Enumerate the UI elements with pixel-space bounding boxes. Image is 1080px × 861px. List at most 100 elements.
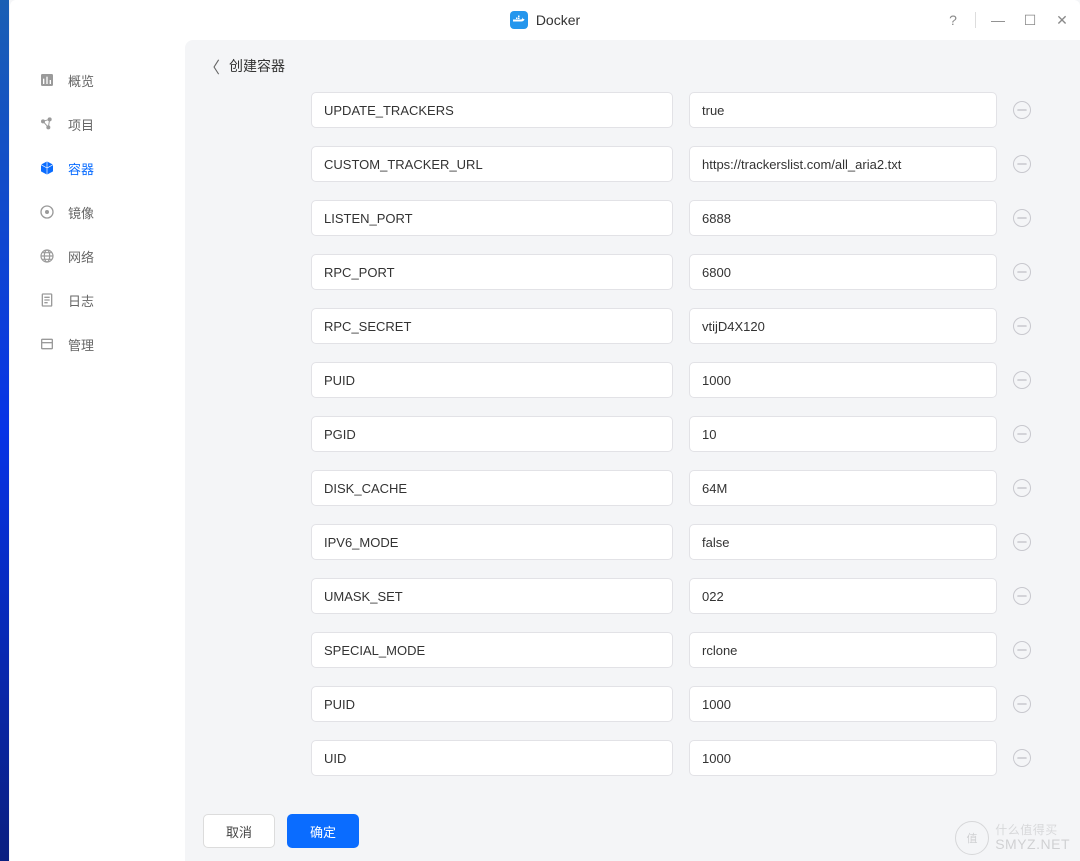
env-value-input[interactable] [689, 362, 997, 398]
env-value-input[interactable] [689, 524, 997, 560]
env-row [311, 308, 1068, 344]
env-value-input[interactable] [689, 686, 997, 722]
minus-icon [1017, 375, 1027, 385]
env-row [311, 92, 1068, 128]
env-value-input[interactable] [689, 146, 997, 182]
titlebar: Docker ? — ☐ ✕ [10, 0, 1080, 40]
env-value-input[interactable] [689, 632, 997, 668]
env-key-input[interactable] [311, 578, 673, 614]
env-key-input[interactable] [311, 686, 673, 722]
sidebar-item-label: 管理 [68, 335, 94, 354]
sidebar-item-log[interactable]: 日志 [10, 278, 185, 322]
window-title: Docker [536, 12, 580, 28]
minus-icon [1017, 429, 1027, 439]
minus-icon [1017, 591, 1027, 601]
env-value-input[interactable] [689, 740, 997, 776]
container-icon [38, 159, 56, 177]
sidebar-item-image[interactable]: 镜像 [10, 190, 185, 234]
env-key-input[interactable] [311, 146, 673, 182]
page-title: 创建容器 [229, 56, 285, 76]
remove-row-button[interactable] [1013, 587, 1031, 605]
env-key-input[interactable] [311, 470, 673, 506]
env-value-input[interactable] [689, 200, 997, 236]
env-row [311, 362, 1068, 398]
maximize-icon[interactable]: ☐ [1020, 12, 1040, 29]
env-row [311, 740, 1068, 776]
env-value-input[interactable] [689, 92, 997, 128]
sidebar-item-label: 镜像 [68, 203, 94, 222]
confirm-button-label: 确定 [310, 822, 336, 841]
sidebar-item-project[interactable]: 项目 [10, 102, 185, 146]
sidebar-item-overview[interactable]: 概览 [10, 58, 185, 102]
env-key-input[interactable] [311, 632, 673, 668]
env-row [311, 146, 1068, 182]
env-value-input[interactable] [689, 416, 997, 452]
remove-row-button[interactable] [1013, 371, 1031, 389]
confirm-button[interactable]: 确定 [287, 814, 359, 848]
env-key-input[interactable] [311, 740, 673, 776]
remove-row-button[interactable] [1013, 695, 1031, 713]
env-row [311, 524, 1068, 560]
env-row [311, 578, 1068, 614]
app-window: Docker ? — ☐ ✕ 概览 项目 容器 镜像 网络 日志 管理 [10, 0, 1080, 861]
cancel-button[interactable]: 取消 [203, 814, 275, 848]
env-value-input[interactable] [689, 578, 997, 614]
titlebar-title-group: Docker [510, 11, 580, 29]
env-value-input[interactable] [689, 308, 997, 344]
remove-row-button[interactable] [1013, 479, 1031, 497]
minus-icon [1017, 753, 1027, 763]
sidebar-item-manage[interactable]: 管理 [10, 322, 185, 366]
remove-row-button[interactable] [1013, 425, 1031, 443]
remove-row-button[interactable] [1013, 101, 1031, 119]
footer-actions: 取消 确定 [185, 801, 1080, 861]
help-icon[interactable]: ? [943, 12, 963, 28]
control-divider [975, 12, 976, 28]
minimize-icon[interactable]: — [988, 12, 1008, 28]
env-key-input[interactable] [311, 524, 673, 560]
image-icon [38, 203, 56, 221]
overview-icon [38, 71, 56, 89]
minus-icon [1017, 267, 1027, 277]
remove-row-button[interactable] [1013, 533, 1031, 551]
minus-icon [1017, 645, 1027, 655]
minus-icon [1017, 537, 1027, 547]
main-area: 概览 项目 容器 镜像 网络 日志 管理 〈 创建容器 [10, 40, 1080, 861]
env-key-input[interactable] [311, 416, 673, 452]
minus-icon [1017, 699, 1027, 709]
env-key-input[interactable] [311, 200, 673, 236]
form-container [185, 92, 1080, 801]
log-icon [38, 291, 56, 309]
sidebar: 概览 项目 容器 镜像 网络 日志 管理 [10, 40, 185, 861]
remove-row-button[interactable] [1013, 317, 1031, 335]
remove-row-button[interactable] [1013, 749, 1031, 767]
minus-icon [1017, 105, 1027, 115]
back-chevron-icon[interactable]: 〈 [203, 54, 221, 78]
close-icon[interactable]: ✕ [1052, 12, 1072, 29]
remove-row-button[interactable] [1013, 155, 1031, 173]
docker-logo-icon [510, 11, 528, 29]
network-icon [38, 247, 56, 265]
minus-icon [1017, 213, 1027, 223]
env-key-input[interactable] [311, 308, 673, 344]
project-icon [38, 115, 56, 133]
minus-icon [1017, 321, 1027, 331]
minus-icon [1017, 159, 1027, 169]
env-key-input[interactable] [311, 362, 673, 398]
sidebar-item-label: 容器 [68, 159, 94, 178]
env-row [311, 254, 1068, 290]
env-row [311, 200, 1068, 236]
env-value-input[interactable] [689, 470, 997, 506]
env-row [311, 416, 1068, 452]
page-header: 〈 创建容器 [185, 40, 1080, 92]
remove-row-button[interactable] [1013, 209, 1031, 227]
remove-row-button[interactable] [1013, 263, 1031, 281]
env-value-input[interactable] [689, 254, 997, 290]
env-key-input[interactable] [311, 92, 673, 128]
sidebar-item-label: 日志 [68, 291, 94, 310]
cancel-button-label: 取消 [226, 822, 252, 841]
remove-row-button[interactable] [1013, 641, 1031, 659]
sidebar-item-container[interactable]: 容器 [10, 146, 185, 190]
sidebar-item-label: 网络 [68, 247, 94, 266]
sidebar-item-network[interactable]: 网络 [10, 234, 185, 278]
env-key-input[interactable] [311, 254, 673, 290]
